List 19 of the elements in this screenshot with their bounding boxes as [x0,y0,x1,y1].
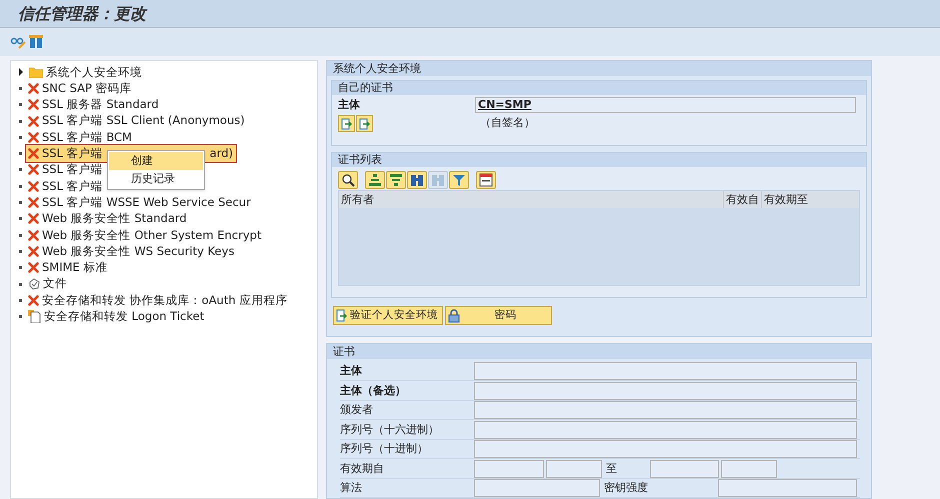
field-label: 有效期自 [340,460,385,476]
field-label: 序列号（十六进制） [340,422,440,438]
field-label: 至 [605,460,618,476]
column-header: 有效自 [724,191,762,208]
field-label: 主体（备选） [340,382,407,398]
field-label: 主体 [340,363,363,379]
group-title: 证书列表 [332,153,866,167]
section-title: 系统个人安全环境 [327,61,871,76]
group-title: 自己的证书 [332,81,866,95]
self-signed-note: （自签名） [480,115,535,132]
field-label: 主体 [338,96,361,113]
field-label: 序列号（十进制） [340,441,429,457]
section-title: 证书 [327,344,871,358]
field-label: 颁发者 [340,402,374,418]
column-header: 有效期至 [763,192,809,208]
field-label: 密钥强度 [603,480,649,496]
window-title: 信任管理器：更改 [18,2,146,24]
field-label: 算法 [340,480,363,496]
column-header: 所有者 [339,191,724,208]
